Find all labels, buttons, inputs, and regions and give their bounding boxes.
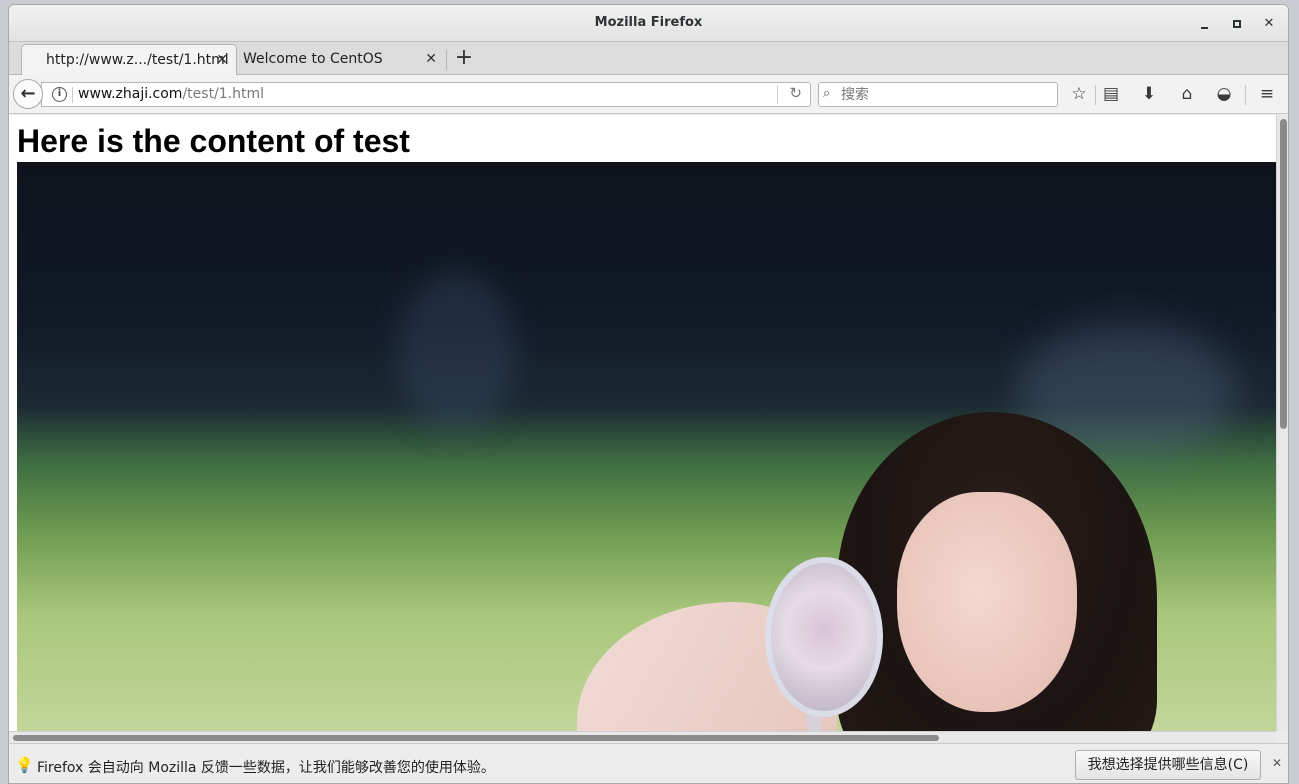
back-arrow-icon: ← xyxy=(20,83,36,104)
bookmark-star-icon[interactable]: ☆ xyxy=(1067,83,1091,107)
tab-close-icon[interactable]: ✕ xyxy=(425,44,437,74)
tab-divider xyxy=(446,50,447,70)
lightbulb-icon: 💡 xyxy=(15,756,34,774)
tab-welcome-centos[interactable]: Welcome to CentOS ✕ xyxy=(237,44,437,75)
download-icon[interactable]: ⬇ xyxy=(1137,83,1161,107)
toolbar-divider xyxy=(1095,85,1096,105)
url-path: /test/1.html xyxy=(182,86,265,102)
horizontal-scrollbar-thumb[interactable] xyxy=(13,735,939,741)
hamburger-menu-icon[interactable]: ≡ xyxy=(1255,83,1279,107)
vertical-scrollbar[interactable] xyxy=(1276,115,1288,731)
tab-test-page[interactable]: http://www.z.../test/1.html ✕ xyxy=(21,44,237,75)
window-title: Mozilla Firefox xyxy=(594,15,703,30)
reload-divider xyxy=(777,86,778,104)
pocket-icon[interactable]: ◒ xyxy=(1212,83,1236,107)
maximize-button[interactable] xyxy=(1226,13,1248,35)
tab-close-icon[interactable]: ✕ xyxy=(216,45,228,75)
horizontal-scrollbar[interactable] xyxy=(9,731,1276,743)
page-content: Here is the content of test xyxy=(9,115,1276,731)
url-text[interactable]: www.zhaji.com/test/1.html xyxy=(78,86,264,102)
new-tab-button[interactable]: + xyxy=(451,44,477,74)
url-bar[interactable]: i www.zhaji.com/test/1.html ↻ xyxy=(41,82,811,107)
info-icon[interactable]: i xyxy=(52,87,67,102)
notification-bar: 💡 Firefox 会自动向 Mozilla 反馈一些数据，让我们能够改善您的使… xyxy=(9,743,1288,783)
tab-label: http://www.z.../test/1.html xyxy=(46,52,229,68)
url-divider xyxy=(72,87,73,103)
home-icon[interactable]: ⌂ xyxy=(1175,83,1199,107)
maximize-icon xyxy=(1233,20,1241,28)
minimize-icon xyxy=(1201,27,1208,29)
close-window-button[interactable]: ✕ xyxy=(1258,13,1280,35)
search-icon: ⌕ xyxy=(823,86,831,101)
tab-label: Welcome to CentOS xyxy=(243,51,383,67)
notification-close-icon[interactable]: ✕ xyxy=(1272,756,1282,770)
search-input[interactable] xyxy=(841,85,1051,104)
back-button[interactable]: ← xyxy=(13,79,43,109)
navigation-toolbar: i www.zhaji.com/test/1.html ↻ ← ⌕ ☆ ▤ ⬇ … xyxy=(9,75,1288,114)
toolbar-divider xyxy=(1245,85,1246,105)
page-photo xyxy=(17,162,1276,731)
page-heading: Here is the content of test xyxy=(17,123,410,159)
tab-strip: http://www.z.../test/1.html ✕ Welcome to… xyxy=(9,42,1288,75)
url-host: www.zhaji.com xyxy=(78,86,183,102)
reload-icon[interactable]: ↻ xyxy=(789,84,802,102)
vertical-scrollbar-thumb[interactable] xyxy=(1280,119,1287,429)
library-clipboard-icon[interactable]: ▤ xyxy=(1099,83,1123,107)
search-bar[interactable]: ⌕ xyxy=(818,82,1058,107)
close-icon: ✕ xyxy=(1263,16,1275,31)
notification-message: Firefox 会自动向 Mozilla 反馈一些数据，让我们能够改善您的使用体… xyxy=(37,760,495,776)
browser-window: Mozilla Firefox ✕ http://www.z.../test/1… xyxy=(8,4,1289,784)
minimize-button[interactable] xyxy=(1194,13,1216,35)
choose-data-button[interactable]: 我想选择提供哪些信息(C) xyxy=(1075,750,1261,780)
title-bar: Mozilla Firefox ✕ xyxy=(9,5,1288,42)
